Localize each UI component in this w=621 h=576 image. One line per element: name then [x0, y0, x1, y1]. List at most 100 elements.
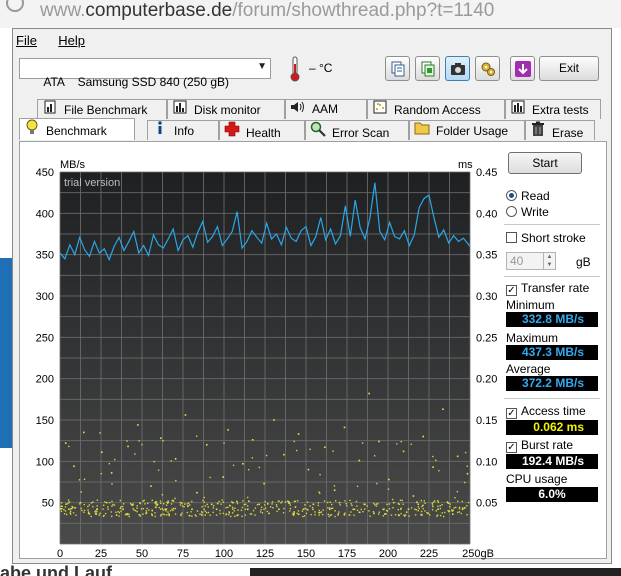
access-time-check[interactable]: ✓: [506, 408, 517, 419]
transfer-rate-check[interactable]: ✓: [506, 285, 517, 296]
access-time-point: [95, 513, 98, 515]
access-time-point: [314, 513, 316, 516]
access-time-point: [388, 508, 391, 510]
access-time-point: [138, 513, 140, 516]
tab-erase[interactable]: Erase: [525, 120, 595, 140]
save-button[interactable]: [510, 56, 535, 81]
read-radio-indicator[interactable]: [506, 190, 517, 201]
write-radio[interactable]: Write: [506, 205, 549, 219]
read-radio[interactable]: Read: [506, 189, 550, 203]
tab-random-access[interactable]: Random Access: [367, 99, 505, 119]
magnifier-icon: [310, 121, 326, 143]
access-time-point: [205, 512, 208, 514]
transfer-rate-checkbox[interactable]: ✓ Transfer rate: [506, 281, 589, 296]
toolbar: ATA Samsung SSD 840 (250 gB) ▼ – °C Exit: [13, 56, 613, 89]
drive-select[interactable]: ATA Samsung SSD 840 (250 gB) ▼: [19, 58, 271, 89]
access-time-point: [206, 503, 208, 506]
access-time-point: [241, 515, 243, 518]
access-time-point: [179, 501, 182, 504]
url-domain: computerbase.de: [85, 0, 233, 21]
access-time-point: [67, 499, 70, 501]
access-time-point: [179, 504, 182, 506]
access-time-point: [232, 508, 234, 510]
short-stroke-checkbox[interactable]: Short stroke: [506, 231, 586, 245]
write-radio-indicator[interactable]: [506, 206, 517, 217]
access-time-point: [275, 504, 278, 506]
exit-button[interactable]: Exit: [539, 56, 599, 81]
tab-file-benchmark[interactable]: File Benchmark: [37, 99, 167, 119]
lightbulb-icon: [24, 119, 40, 141]
access-time-point: [122, 508, 124, 511]
burst-rate-checkbox[interactable]: ✓ Burst rate: [506, 438, 573, 453]
access-time-point: [318, 511, 320, 514]
dropdown-arrow-icon[interactable]: ▼: [257, 61, 267, 72]
menu-help[interactable]: Help: [58, 33, 85, 48]
access-time-point: [333, 489, 336, 492]
y-left-tick-label: 250: [36, 332, 54, 344]
access-time-point: [284, 501, 287, 503]
access-time-point: [431, 504, 434, 506]
access-time-point: [377, 503, 379, 505]
access-time-point: [107, 508, 109, 511]
access-time-point: [137, 424, 139, 426]
access-time-point: [63, 513, 66, 515]
copy-text-button[interactable]: [385, 56, 410, 81]
browser-refresh-icon[interactable]: [6, 0, 24, 12]
access-time-checkbox[interactable]: ✓ Access time: [506, 404, 586, 419]
access-time-point: [203, 501, 205, 503]
access-time-point: [247, 468, 250, 471]
access-time-point: [337, 514, 339, 516]
tab-folder-usage[interactable]: Folder Usage: [409, 120, 525, 140]
access-time-point: [64, 506, 67, 508]
access-time-point: [80, 507, 82, 510]
access-time-point: [437, 501, 440, 503]
access-time-point: [297, 513, 300, 516]
access-time-point: [271, 501, 274, 503]
benchmark-panel: MB/s ms trial version 450 400 350 300 250 200 150…: [19, 141, 607, 560]
access-time-point: [460, 512, 462, 515]
access-time-point: [397, 508, 400, 511]
start-button[interactable]: Start: [508, 152, 582, 174]
access-time-point: [114, 458, 116, 461]
access-time-point: [261, 512, 264, 514]
y-right-tick-label: 0.45: [476, 167, 497, 179]
y-right-tick-label: 0.10: [476, 456, 497, 468]
screenshot-button[interactable]: [445, 56, 470, 81]
access-time-point: [245, 503, 247, 506]
access-time-point: [191, 508, 193, 511]
access-time-point: [87, 511, 90, 513]
tab-extra-tests[interactable]: Extra tests: [505, 99, 601, 119]
short-stroke-spinner[interactable]: 40 ▲ ▼: [506, 252, 556, 270]
access-time-point: [167, 500, 169, 502]
read-label: Read: [521, 189, 550, 203]
y-left-tick-label: 150: [36, 415, 54, 427]
options-button[interactable]: [475, 56, 500, 81]
browser-address-bar[interactable]: www.computerbase.de/forum/showthread.php…: [0, 0, 621, 28]
tab-info[interactable]: Info: [147, 120, 219, 140]
access-time-point: [388, 478, 390, 481]
access-time-point: [435, 459, 437, 462]
short-stroke-check[interactable]: [506, 232, 517, 243]
tab-aam[interactable]: AAM: [285, 99, 367, 119]
access-time-point: [222, 476, 224, 478]
access-time-point: [108, 462, 111, 465]
menu-file[interactable]: File: [16, 33, 37, 48]
access-time-point: [244, 508, 247, 511]
access-time-point: [254, 514, 256, 516]
access-time-point: [219, 512, 221, 515]
access-time-point: [346, 504, 348, 507]
tab-error-scan[interactable]: Error Scan: [305, 120, 409, 140]
access-time-point: [181, 502, 183, 504]
access-time-point: [391, 498, 394, 501]
separator: [504, 398, 600, 399]
burst-rate-check[interactable]: ✓: [506, 442, 517, 453]
spinner-arrows-icon[interactable]: ▲ ▼: [543, 253, 555, 269]
access-time-point: [466, 513, 468, 516]
tab-disk-monitor[interactable]: Disk monitor: [167, 99, 285, 119]
access-time-point: [151, 514, 153, 517]
tab-benchmark[interactable]: Benchmark: [19, 118, 135, 140]
access-time-point: [322, 509, 324, 511]
access-time-point: [458, 507, 461, 510]
tab-health[interactable]: Health: [219, 120, 305, 140]
copy-info-button[interactable]: [415, 56, 440, 81]
